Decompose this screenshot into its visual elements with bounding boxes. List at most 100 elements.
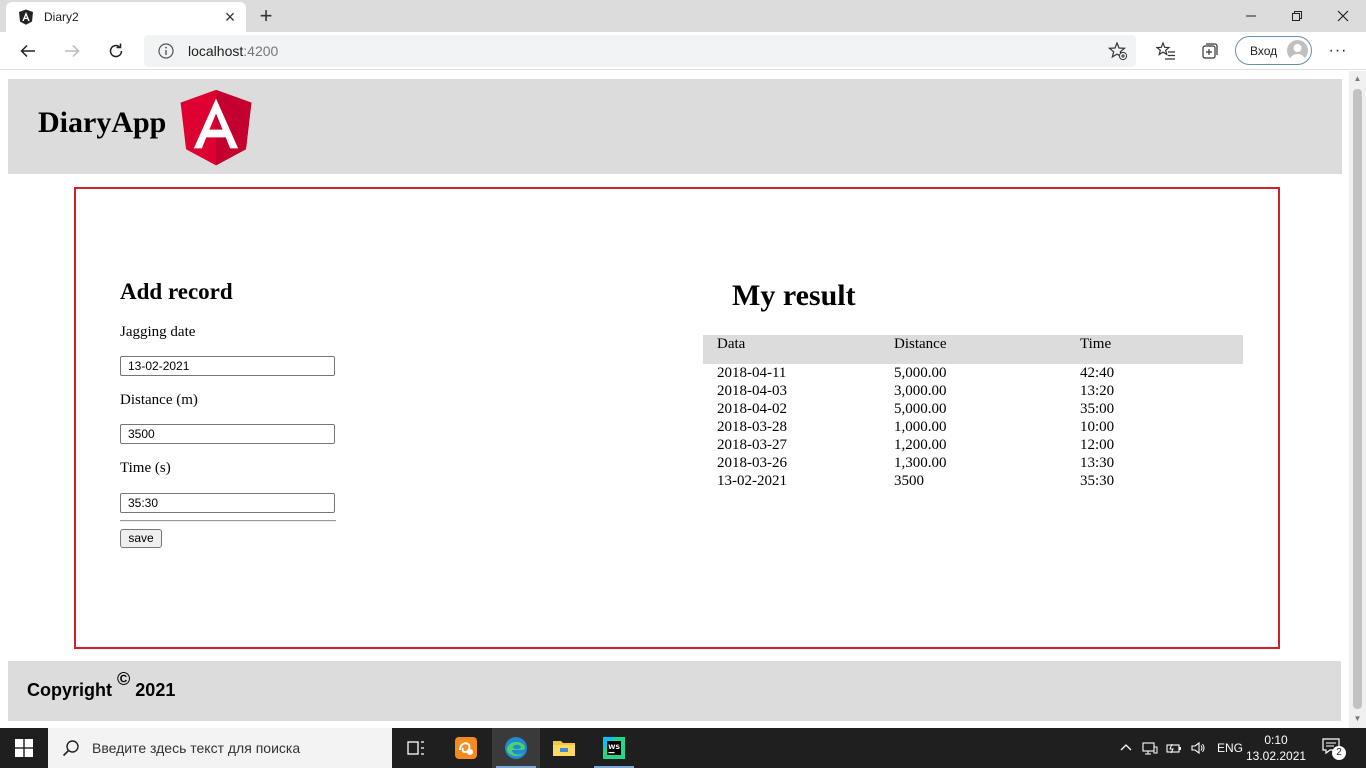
language-indicator[interactable]: ENG	[1217, 741, 1243, 755]
table-row: 2018-04-11 5,000.00 42:40	[703, 365, 1243, 383]
copyright-symbol: ©	[117, 669, 131, 689]
refresh-icon	[109, 43, 123, 58]
collections-icon[interactable]	[1200, 41, 1220, 61]
cell-distance: 3500	[894, 473, 924, 489]
time-input[interactable]: 35:30	[120, 493, 335, 513]
volume-icon[interactable]	[1190, 740, 1206, 756]
main-content-box: Add record Jagging date 13-02-2021 Dista…	[74, 187, 1280, 649]
cell-distance: 1,000.00	[894, 419, 947, 435]
start-button[interactable]	[0, 728, 48, 768]
scroll-down-icon[interactable]: ▼	[1353, 714, 1362, 724]
copyright-year: 2021	[135, 680, 176, 700]
copyright-label: Copyright	[27, 680, 112, 700]
add-favorite-icon[interactable]	[1108, 41, 1128, 61]
notification-center-button[interactable]: 2	[1322, 738, 1346, 760]
scroll-up-icon[interactable]: ▲	[1353, 74, 1362, 84]
taskbar-app-edge[interactable]	[492, 728, 540, 768]
cell-time: 42:40	[1080, 365, 1115, 381]
cell-distance: 5,000.00	[894, 365, 947, 381]
distance-input[interactable]: 3500	[120, 424, 335, 444]
table-body: 2018-04-11 5,000.00 42:40 2018-04-03 3,000.…	[703, 364, 1243, 491]
app-header: DiaryApp	[8, 79, 1342, 174]
table-row: 2018-04-03 3,000.00 13:20	[703, 383, 1243, 401]
arrow-right-icon	[65, 44, 80, 58]
cell-time: 35:30	[1080, 473, 1115, 489]
cell-time: 13:30	[1080, 455, 1115, 471]
page-scrollbar[interactable]: ▲ ▼	[1349, 71, 1366, 728]
reload-button[interactable]	[102, 37, 130, 65]
column-header-time: Time	[1080, 336, 1112, 352]
avatar	[1287, 40, 1308, 61]
network-icon[interactable]	[1142, 740, 1158, 756]
notification-count: 2	[1332, 746, 1346, 760]
cell-date: 2018-03-28	[717, 419, 787, 435]
system-clock[interactable]: 0:10 13.02.2021	[1246, 732, 1306, 764]
battery-icon[interactable]	[1166, 740, 1182, 756]
date-input[interactable]: 13-02-2021	[120, 356, 335, 376]
new-tab-button[interactable]: +	[254, 3, 278, 28]
form-divider	[120, 520, 336, 522]
table-row: 2018-03-26 1,300.00 13:30	[703, 455, 1243, 473]
save-button[interactable]: save	[120, 529, 162, 548]
profile-login-button[interactable]: Вход	[1235, 36, 1312, 65]
cell-date: 2018-03-27	[717, 437, 787, 453]
cell-date: 2018-03-26	[717, 455, 787, 471]
taskbar-app-explorer[interactable]	[540, 728, 588, 768]
table-row: 2018-03-27 1,200.00 12:00	[703, 437, 1243, 455]
cell-distance: 5,000.00	[894, 401, 947, 417]
column-header-distance: Distance	[894, 336, 947, 352]
cell-distance: 1,300.00	[894, 455, 947, 471]
cell-date: 2018-04-02	[717, 401, 787, 417]
cell-date: 2018-04-03	[717, 383, 787, 399]
distance-label: Distance (m)	[120, 392, 198, 408]
app-footer: Copyright © 2021	[8, 661, 1341, 721]
page-viewport: DiaryApp Add record Jagging date 13-02-2…	[0, 71, 1349, 728]
table-header: Data Distance Time	[703, 335, 1243, 364]
taskbar-app-uc-browser[interactable]	[442, 728, 490, 768]
browser-tab[interactable]: Diary2 ×	[6, 2, 246, 32]
arrow-left-icon	[20, 44, 35, 58]
table-row: 2018-04-02 5,000.00 35:00	[703, 401, 1243, 419]
folder-icon	[553, 741, 575, 756]
browser-tabbar: Diary2 × +	[0, 0, 1366, 32]
table-row: 2018-03-28 1,000.00 10:00	[703, 419, 1243, 437]
copyright-text: Copyright © 2021	[27, 669, 176, 701]
edge-icon	[505, 737, 527, 759]
cell-time: 10:00	[1080, 419, 1115, 435]
windows-logo-icon	[15, 739, 33, 757]
address-bar[interactable]: localhost:4200	[144, 35, 1136, 67]
cell-time: 13:20	[1080, 383, 1115, 399]
webstorm-icon: WS	[603, 737, 625, 759]
date-label: Jagging date	[120, 324, 196, 340]
scroll-thumb[interactable]	[1353, 89, 1362, 709]
taskbar-search[interactable]: Введите здесь текст для поиска	[48, 728, 392, 768]
column-header-data: Data	[717, 336, 746, 352]
cell-distance: 3,000.00	[894, 383, 947, 399]
info-icon[interactable]	[158, 43, 174, 59]
chevron-up-icon[interactable]	[1118, 740, 1134, 756]
svg-text:WS: WS	[608, 743, 620, 751]
minimize-button[interactable]	[1228, 0, 1274, 32]
url-text: localhost:4200	[188, 43, 279, 59]
my-result-heading: My result	[732, 279, 856, 312]
restore-button[interactable]	[1274, 0, 1320, 32]
task-view-button[interactable]	[392, 728, 440, 768]
windows-taskbar: Введите здесь текст для поиска WS ENG 0:…	[0, 728, 1366, 768]
taskbar-app-webstorm[interactable]: WS	[590, 728, 638, 768]
tab-title: Diary2	[44, 10, 79, 24]
table-row: 13-02-2021 3500 35:30	[703, 473, 1243, 491]
app-title: DiaryApp	[38, 106, 167, 139]
cell-date: 13-02-2021	[717, 473, 787, 489]
close-window-button[interactable]	[1320, 0, 1366, 32]
favorites-icon[interactable]	[1156, 41, 1176, 61]
cell-distance: 1,200.00	[894, 437, 947, 453]
more-menu-icon[interactable]: ···	[1327, 40, 1349, 62]
forward-button[interactable]	[58, 37, 86, 65]
uc-browser-icon	[455, 737, 477, 759]
clock-date: 13.02.2021	[1246, 749, 1307, 763]
close-tab-icon[interactable]: ×	[222, 7, 238, 27]
cell-time: 35:00	[1080, 401, 1115, 417]
search-placeholder: Введите здесь текст для поиска	[92, 740, 301, 756]
back-button[interactable]	[14, 37, 42, 65]
angular-logo-icon	[180, 89, 252, 166]
